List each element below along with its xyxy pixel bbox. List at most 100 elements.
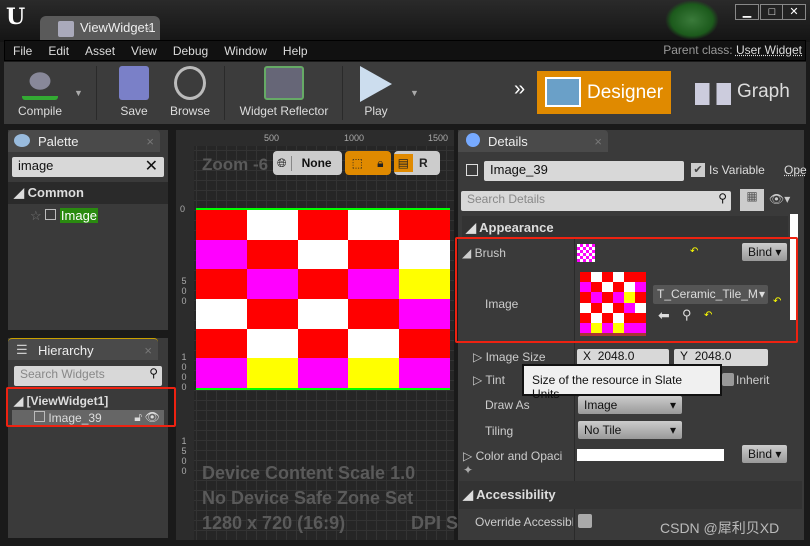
size-y-value: 2048.0 <box>694 349 732 363</box>
minimize-button[interactable]: ▁ <box>735 4 759 20</box>
inherit-checkbox[interactable] <box>722 373 734 386</box>
maximize-button[interactable]: □ <box>760 4 784 20</box>
widget-reflector-button[interactable]: Widget Reflector <box>234 66 334 118</box>
palette-icon <box>14 134 30 147</box>
expand-chevron-icon[interactable]: » <box>514 78 525 101</box>
palette-search-input[interactable]: image ✕ <box>12 157 164 177</box>
tab-close-icon[interactable]: × <box>144 21 152 36</box>
play-dropdown-icon[interactable]: ▼ <box>410 88 419 98</box>
palette-item-label: Image <box>59 208 99 223</box>
dpi-selector[interactable]: 🌐︎ None <box>273 151 342 175</box>
image-size-label: Image Size <box>485 350 546 364</box>
graph-mode-button[interactable]: Graph <box>695 81 790 105</box>
hierarchy-search-placeholder: Search Widgets <box>20 367 105 381</box>
x-label: X <box>583 349 592 363</box>
tooltip: Size of the resource in Slate Units <box>522 364 722 401</box>
save-icon <box>119 66 149 100</box>
document-tab[interactable]: ViewWidget1 × <box>40 16 160 42</box>
menu-file[interactable]: File <box>5 44 40 58</box>
checker-tile <box>348 239 400 270</box>
designer-mode-button[interactable]: Designer <box>537 71 671 114</box>
hierarchy-panel: ☰ Hierarchy × Search Widgets ⚲ ◢ [ViewWidge… <box>8 338 168 538</box>
visibility-eye-icon[interactable]: 👁︎▾ <box>769 192 790 206</box>
highlight-box <box>455 237 798 343</box>
category-common[interactable]: ◢ Common <box>8 182 168 204</box>
checker-tile <box>196 269 247 299</box>
draw-as-dropdown[interactable]: Image ▾ <box>578 396 682 414</box>
details-tab[interactable]: Details × <box>458 130 608 152</box>
checker-tile <box>246 210 298 240</box>
save-button[interactable]: Save <box>114 66 154 118</box>
color-swatch[interactable] <box>577 449 724 461</box>
menu-edit[interactable]: Edit <box>40 44 77 58</box>
override-accessible-label: Override Accessible <box>475 515 573 529</box>
tiling-label: Tiling <box>485 424 514 438</box>
tiling-value: No Tile <box>584 423 622 437</box>
clear-search-icon[interactable]: ✕ <box>145 156 158 176</box>
browse-button[interactable]: Browse <box>164 66 216 118</box>
menu-help[interactable]: Help <box>275 44 316 58</box>
menu-view[interactable]: View <box>123 44 165 58</box>
browse-icon <box>174 66 206 100</box>
dashed-outline-icon[interactable]: ⬚ <box>352 156 363 170</box>
search-details-input[interactable]: Search Details ⚲ <box>461 191 731 211</box>
hierarchy-search-input[interactable]: Search Widgets ⚲ <box>14 366 162 386</box>
color-bind-button[interactable]: Bind ▾ <box>742 445 788 463</box>
widget-blueprint-icon <box>58 21 74 37</box>
toggle-r-button[interactable]: R <box>413 156 434 170</box>
designer-label: Designer <box>587 82 664 103</box>
inherit-label: Inherit <box>736 373 770 387</box>
checker-tile <box>297 210 349 240</box>
play-button[interactable]: Play <box>354 66 398 118</box>
parent-class-link[interactable]: User Widget <box>736 43 802 57</box>
watermark: CSDN @犀利贝XD <box>660 520 780 536</box>
is-variable-checkbox[interactable]: ✔ <box>691 163 705 177</box>
property-matrix-button[interactable]: ▦ <box>740 189 764 211</box>
color-opacity-row: ▷ Color and Opaci ✦ <box>463 449 563 477</box>
image-widget-preview[interactable] <box>196 208 450 390</box>
source-control-icon[interactable] <box>665 0 719 40</box>
checker-tile <box>297 298 349 329</box>
palette-panel: Palette × image ✕ ◢ Common ☆ Image <box>8 130 168 330</box>
zoom-level: Zoom -6 <box>202 155 269 174</box>
image-widget-icon <box>45 209 57 220</box>
hierarchy-tab[interactable]: ☰ Hierarchy × <box>8 338 158 360</box>
menu-asset[interactable]: Asset <box>77 44 123 58</box>
override-accessible-checkbox[interactable] <box>578 514 592 528</box>
checker-tile <box>399 328 450 359</box>
menu-window[interactable]: Window <box>216 44 275 58</box>
category-label: Common <box>27 185 84 200</box>
widget-name-input[interactable]: Image_39 <box>484 161 684 181</box>
draw-as-value: Image <box>584 398 618 412</box>
open-link[interactable]: Ope <box>784 163 807 177</box>
play-label: Play <box>364 104 388 118</box>
ruler-x-label: 1000 <box>344 133 365 143</box>
ruler-y: 0 500 1000 1500 <box>176 146 194 540</box>
widget-name-value: Image_39 <box>490 162 548 177</box>
palette-tab[interactable]: Palette × <box>8 130 160 152</box>
favorite-star-icon[interactable]: ☆ <box>30 208 42 223</box>
tiling-dropdown[interactable]: No Tile ▾ <box>578 421 682 439</box>
compile-dropdown-icon[interactable]: ▼ <box>74 88 83 98</box>
browse-label: Browse <box>169 104 210 118</box>
checker-tile <box>399 210 450 240</box>
layout-icon[interactable]: ▤ <box>393 154 413 172</box>
tint-label: Tint <box>485 373 505 387</box>
section-appearance[interactable]: ◢ Appearance <box>462 216 788 238</box>
palette-item-image[interactable]: ☆ Image <box>8 204 168 224</box>
binding-icon[interactable]: ✦ <box>463 463 473 477</box>
menu-debug[interactable]: Debug <box>165 44 216 58</box>
section-accessibility[interactable]: ◢ Accessibility <box>459 481 802 509</box>
widget-reflector-icon <box>264 66 304 100</box>
widget-reflector-label: Widget Reflector <box>239 104 329 118</box>
outline-lock-group: ⬚ 🔒︎ <box>344 151 391 175</box>
size-x-value: 2048.0 <box>597 349 635 363</box>
lock-icon[interactable]: 🔒︎ <box>377 156 383 171</box>
highlight-box <box>6 387 176 427</box>
close-button[interactable]: ✕ <box>782 4 806 20</box>
checker-tile <box>246 328 298 359</box>
draw-as-label: Draw As <box>485 398 530 412</box>
checker-tile <box>196 358 247 388</box>
compile-button[interactable]: Compile <box>10 66 70 118</box>
checker-tile <box>348 358 400 388</box>
